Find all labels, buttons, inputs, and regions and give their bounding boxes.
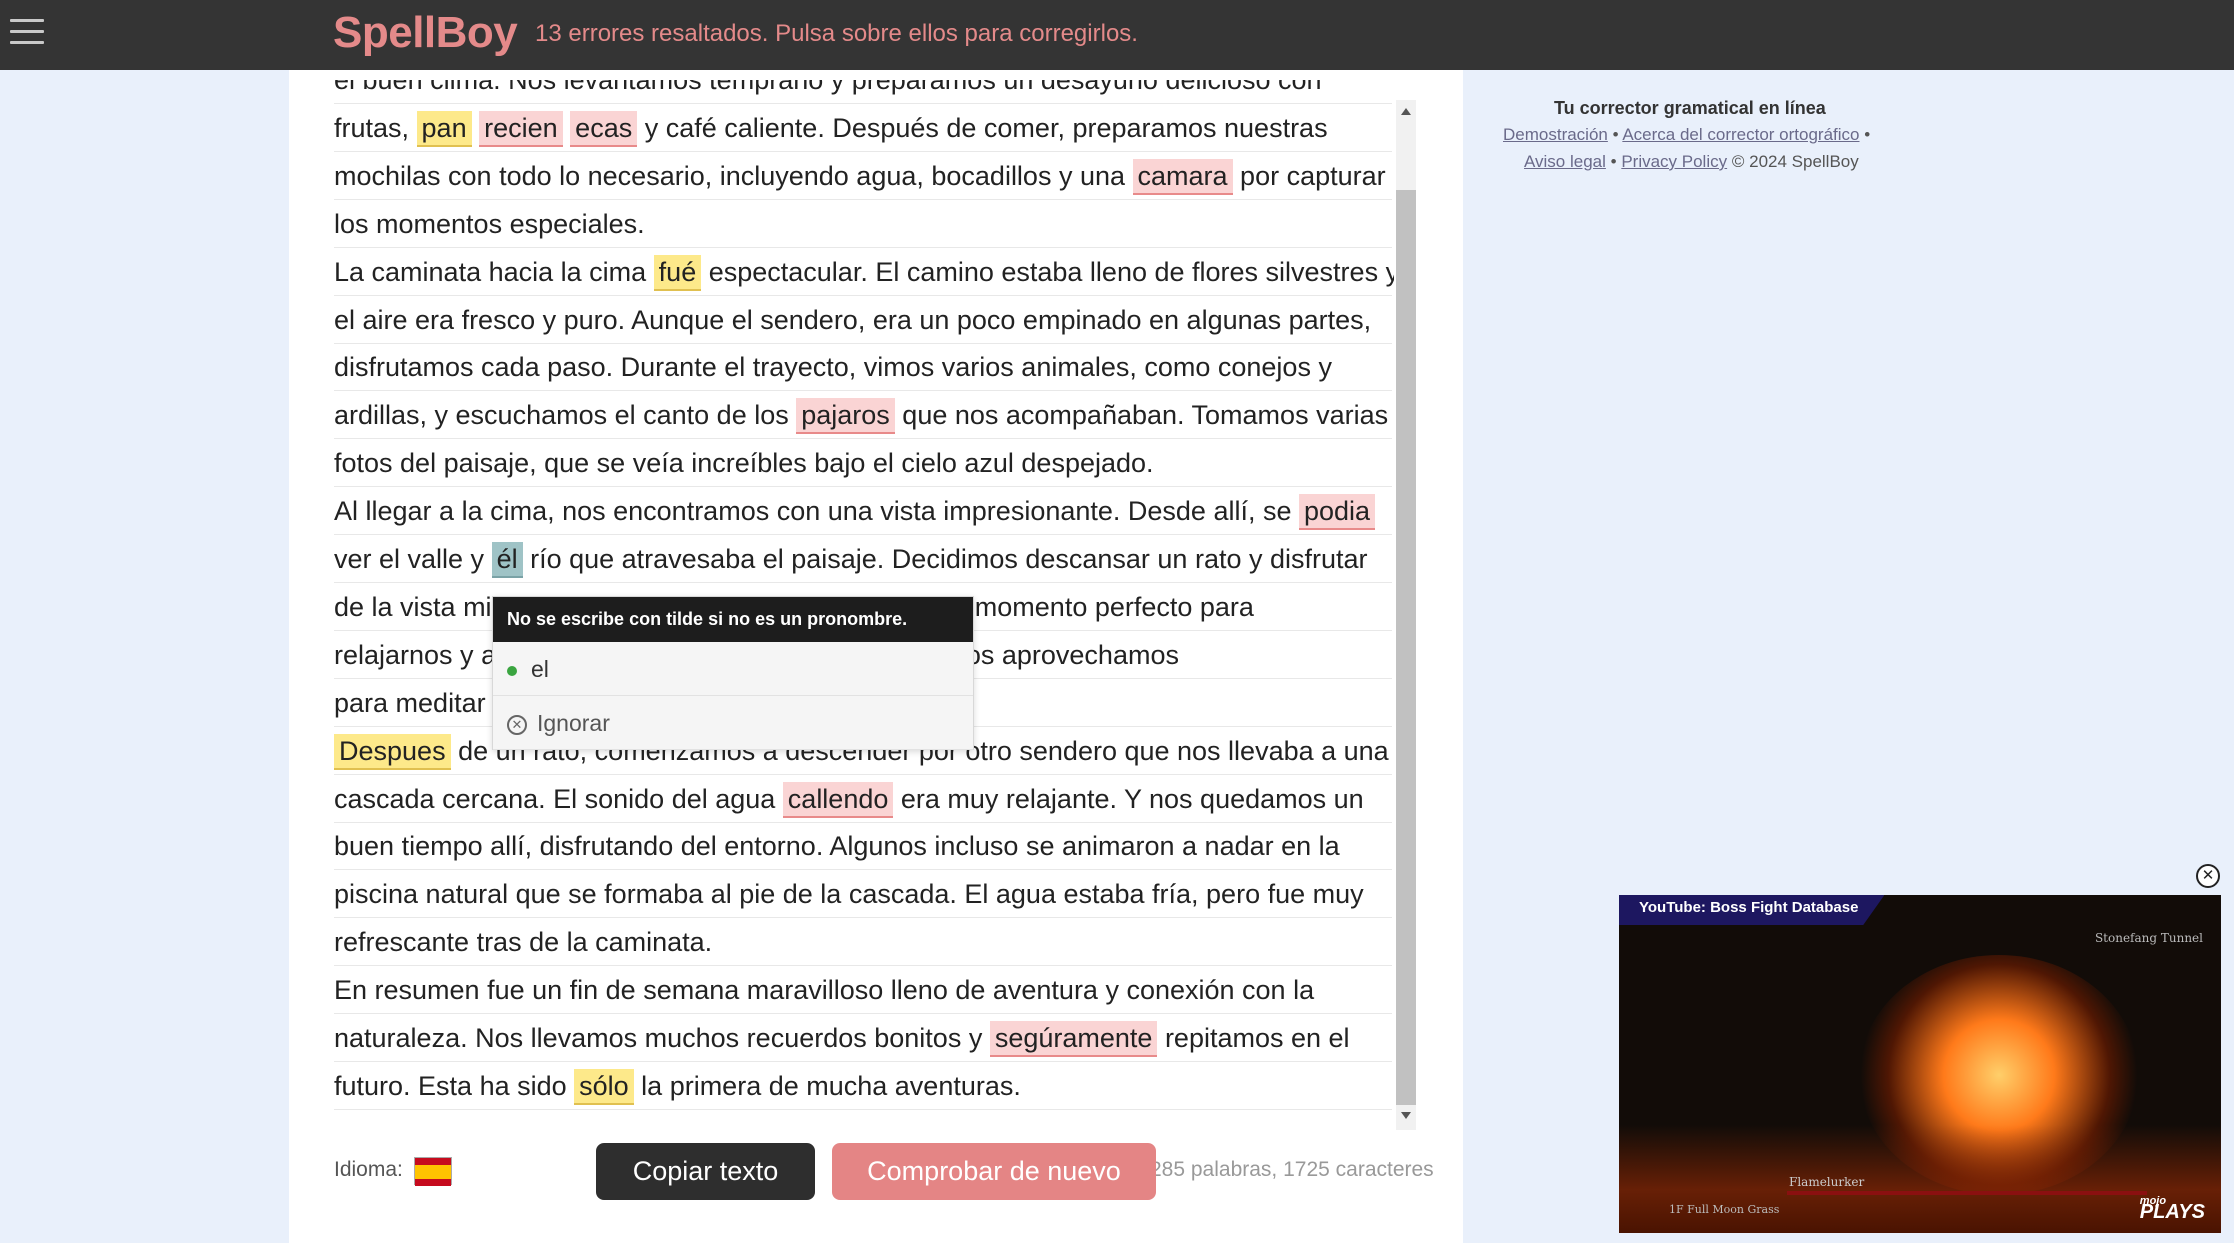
circle-x-icon: ✕ (507, 714, 527, 735)
text-segment: que nos acompañaban. Tomamos varias (894, 400, 1389, 431)
boss-health-bar (1787, 1191, 2147, 1195)
demo-link[interactable]: Demostración (1503, 125, 1608, 144)
scrollbar-thumb[interactable] (1396, 190, 1416, 1105)
sidebar-links-row-2: Aviso legal • Privacy Policy © 2024 Spel… (1524, 152, 1859, 171)
suggestion-popup: No se escribe con tilde si no es un pron… (492, 596, 974, 750)
text-segment: ardillas, y escuchamos el canto de los (334, 400, 797, 431)
sidebar-title: Tu corrector gramatical en línea (1554, 98, 1826, 118)
video-subtext: 1F Full Moon Grass (1669, 1203, 1780, 1216)
grammar-error[interactable]: pan (416, 110, 472, 147)
text-line[interactable]: fotos del paisaje, que se veía increíble… (334, 439, 1392, 488)
text-line[interactable]: Al llegar a la cima, nos encontramos con… (334, 487, 1392, 536)
legal-link[interactable]: Aviso legal (1524, 152, 1606, 171)
text-line[interactable]: La caminata hacia la cima fué espectacul… (334, 248, 1394, 296)
about-link[interactable]: Acerca del corrector ortográfico (1622, 125, 1859, 144)
text-segment: los momentos especiales. (334, 208, 645, 239)
text-line[interactable]: mochilas con todo lo necesario, incluyen… (334, 152, 1392, 200)
spelling-error[interactable]: segúramente (989, 1021, 1158, 1057)
text-segment: La caminata hacia la cima (334, 256, 654, 287)
text-segment: río que atravesaba el paisaje. Decidimos… (522, 544, 1368, 574)
text-segment: cascada cercana. El sonido del agua (334, 783, 783, 814)
green-dot-icon (507, 665, 517, 676)
ignore-option[interactable]: ✕ Ignorar (493, 696, 973, 750)
text-segment: piscina natural que se formaba al pie de… (334, 879, 1364, 910)
text-segment: y café caliente. Después de comer, prepa… (637, 112, 1328, 143)
text-line[interactable]: el aire era fresco y puro. Aunque el sen… (334, 296, 1392, 344)
text-line[interactable]: ver el valle y él río que atravesaba el … (334, 535, 1392, 583)
text-line[interactable]: En resumen fue un fin de semana maravill… (334, 966, 1392, 1015)
suggestion-text: el (531, 656, 549, 682)
text-line[interactable]: naturaleza. Nos llevamos muchos recuerdo… (334, 1014, 1392, 1062)
close-circle-icon[interactable]: ✕ (2196, 864, 2220, 888)
text-segment: repitamos en el (1157, 1023, 1350, 1053)
text-line[interactable]: cascada cercana. El sonido del agua call… (334, 775, 1392, 823)
text-line[interactable]: futuro. Esta ha sido sólo la primera de … (334, 1062, 1392, 1110)
spelling-error[interactable]: camara (1132, 158, 1233, 195)
spelling-error[interactable]: recien (479, 110, 563, 147)
text-segment: buen tiempo allí, disfrutando del entorn… (334, 831, 1340, 862)
check-again-button[interactable]: Comprobar de nuevo (832, 1143, 1156, 1200)
grammar-error[interactable]: sólo (574, 1068, 634, 1105)
text-segment: naturaleza. Nos llevamos muchos recuerdo… (334, 1023, 990, 1053)
text-line[interactable]: buen tiempo allí, disfrutando del entorn… (334, 822, 1392, 871)
brand-logo[interactable]: SpellBoy (333, 8, 518, 58)
suggestion-option[interactable]: el (493, 642, 973, 696)
text-line[interactable]: ardillas, y escuchamos el canto de los p… (334, 391, 1392, 440)
text-segment: para meditar (334, 687, 486, 718)
video-brand-logo: mojo PLAYS (2139, 1195, 2205, 1223)
text-segment: mochilas con todo lo necesario, incluyen… (334, 160, 1133, 191)
text-line[interactable]: frutas, pan recien ecas y café caliente.… (334, 104, 1392, 152)
text-segment: espectacular. El camino estaba lleno de … (701, 256, 1394, 287)
text-segment: el aire era fresco y puro. Aunque el sen… (334, 304, 1372, 335)
menu-icon[interactable] (10, 19, 44, 47)
sidebar-links-row-1: Demostración • Acerca del corrector orto… (1503, 125, 1871, 144)
text-line[interactable]: piscina natural que se formaba al pie de… (334, 870, 1392, 919)
text-line[interactable]: refrescante tras de la caminata. (334, 918, 1392, 967)
ignore-label: Ignorar (537, 710, 610, 736)
text-segment (472, 113, 480, 143)
text-line[interactable]: disfrutamos cada paso. Durante el trayec… (334, 343, 1392, 392)
popup-message: No se escribe con tilde si no es un pron… (493, 597, 973, 642)
text-segment: Al llegar a la cima, nos encontramos con… (334, 496, 1299, 527)
top-bar: SpellBoy 13 errores resaltados. Pulsa so… (0, 0, 2234, 70)
text-segment: ver el valle y (334, 544, 492, 574)
text-segment: por capturar (1232, 160, 1386, 191)
word-count: 285 palabras, 1725 caracteres (1150, 1158, 1434, 1181)
spelling-error[interactable]: callendo (782, 781, 894, 818)
text-segment: fotos del paisaje, que se veía increíble… (334, 448, 1154, 479)
scroll-up-arrow-icon[interactable] (1401, 108, 1411, 115)
text-segment: la primera de mucha aventuras. (633, 1070, 1021, 1101)
text-segment: En resumen fue un fin de semana maravill… (334, 975, 1315, 1006)
spelling-error[interactable]: podia (1299, 494, 1376, 531)
language-label: Idioma: (334, 1158, 403, 1181)
spelling-error[interactable]: pajaros (796, 398, 895, 435)
text-line[interactable]: el buen clima. Nos levantamos temprano y… (334, 80, 1392, 104)
spain-flag-icon[interactable] (414, 1157, 452, 1186)
video-label: YouTube: Boss Fight Database (1619, 895, 1885, 925)
text-line[interactable]: los momentos especiales. (334, 200, 1392, 248)
text-segment: disfrutamos cada paso. Durante el trayec… (334, 352, 1332, 383)
text-segment: futuro. Esta ha sido (334, 1070, 575, 1101)
lava-ground (1619, 1125, 2221, 1233)
scroll-down-arrow-icon[interactable] (1401, 1112, 1411, 1119)
privacy-link[interactable]: Privacy Policy (1621, 152, 1727, 171)
text-segment: era muy relajante. Y nos quedamos un (893, 783, 1364, 814)
text-segment: refrescante tras de la caminata. (334, 927, 713, 958)
spelling-error[interactable]: ecas (570, 110, 638, 147)
text-segment: frutas, (334, 112, 417, 143)
grammar-error[interactable]: Despues (334, 733, 451, 770)
grammar-error[interactable]: fué (653, 254, 702, 291)
video-boss-name: Flamelurker (1789, 1175, 1865, 1189)
text-segment: el buen clima. Nos levantamos temprano y… (334, 80, 1322, 95)
video-location: Stonefang Tunnel (2094, 931, 2203, 945)
copy-text-button[interactable]: Copiar texto (596, 1143, 815, 1200)
video-player[interactable]: YouTube: Boss Fight Database Stonefang T… (1619, 895, 2221, 1233)
selected-error[interactable]: él (491, 542, 523, 578)
copyright: © 2024 SpellBoy (1731, 152, 1859, 171)
status-message: 13 errores resaltados. Pulsa sobre ellos… (535, 20, 1138, 47)
